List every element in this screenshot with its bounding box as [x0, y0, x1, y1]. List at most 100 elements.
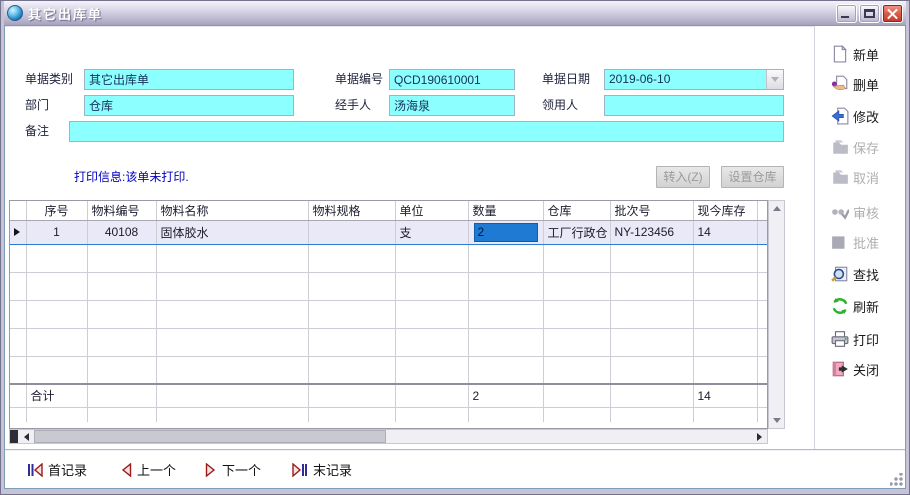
col-header-spec[interactable]: 物料规格 [308, 201, 395, 220]
main-panel: 单据类别 单据编号 单据日期 2019-06-10 部门 经手人 领用人 备注 … [5, 26, 815, 449]
close-form-button[interactable]: 关闭 [831, 359, 879, 379]
refresh-icon [831, 297, 849, 315]
arrow-up-icon [773, 206, 781, 211]
arrow-right-icon [757, 433, 762, 441]
modify-document-icon [831, 107, 849, 125]
refresh-button[interactable]: 刷新 [831, 296, 879, 316]
cell-stock[interactable]: 14 [693, 220, 757, 244]
col-header-code[interactable]: 物料编号 [87, 201, 156, 220]
transfer-button[interactable]: 转入(Z) [656, 166, 710, 188]
col-header-batch[interactable]: 批次号 [610, 201, 693, 220]
first-record-icon [27, 463, 43, 477]
department-input[interactable] [84, 95, 294, 116]
chevron-down-icon [771, 77, 779, 82]
grid-empty-row [10, 407, 767, 422]
audit-button: 审核 [831, 202, 879, 222]
next-record-icon [205, 463, 217, 477]
cell-warehouse[interactable]: 工厂行政仓 [543, 220, 610, 244]
scroll-up-button[interactable] [769, 201, 784, 216]
grid-row-selected[interactable]: 1 40108 固体胶水 支 2 工厂行政仓 NY-123456 14 [10, 220, 767, 244]
doc-no-label: 单据编号 [335, 69, 383, 90]
grid-empty-row[interactable] [10, 300, 767, 328]
cell-name[interactable]: 固体胶水 [156, 220, 308, 244]
handler-label: 经手人 [335, 95, 371, 116]
app-globe-icon [7, 5, 23, 21]
grid-empty-row[interactable] [10, 328, 767, 356]
doc-type-label: 单据类别 [25, 69, 73, 90]
client-area: 单据类别 单据编号 单据日期 2019-06-10 部门 经手人 领用人 备注 … [4, 25, 906, 489]
col-header-unit[interactable]: 单位 [395, 201, 468, 220]
cell-seq[interactable]: 1 [26, 220, 87, 244]
scrollbar-corner [10, 430, 18, 443]
grid-empty-row[interactable] [10, 244, 767, 272]
total-qty: 2 [468, 384, 543, 407]
exit-icon [831, 360, 849, 378]
total-label: 合计 [26, 384, 87, 407]
new-document-icon [831, 45, 849, 63]
doc-date-value: 2019-06-10 [605, 69, 766, 90]
recipient-label: 领用人 [542, 95, 578, 116]
scroll-down-button[interactable] [769, 413, 784, 428]
doc-date-combo[interactable]: 2019-06-10 [604, 69, 784, 90]
print-button[interactable]: 打印 [831, 329, 879, 349]
minimize-button[interactable] [836, 4, 857, 23]
find-button[interactable]: 查找 [831, 264, 879, 284]
resize-grip[interactable] [890, 473, 903, 486]
scroll-right-button[interactable] [751, 430, 767, 443]
audit-icon [831, 203, 849, 221]
record-navigation-bar: 首记录 上一个 下一个 末记录 [5, 449, 906, 489]
cell-spec[interactable] [308, 220, 395, 244]
doc-type-input[interactable] [84, 69, 294, 90]
delete-order-button[interactable]: 删单 [831, 74, 879, 94]
col-header-qty[interactable]: 数量 [468, 201, 543, 220]
approve-button: 批准 [831, 232, 879, 252]
total-stock: 14 [693, 384, 757, 407]
row-selector-cell[interactable] [10, 220, 26, 244]
scrollbar-thumb[interactable] [34, 430, 386, 443]
maximize-button[interactable] [859, 4, 880, 23]
grid-header-row: 序号 物料编号 物料名称 物料规格 单位 数量 仓库 批次号 现今库存 [10, 201, 767, 220]
close-button[interactable] [882, 4, 903, 23]
search-icon [831, 265, 849, 283]
col-header-name[interactable]: 物料名称 [156, 201, 308, 220]
recipient-input[interactable] [604, 95, 784, 116]
previous-record-button[interactable]: 上一个 [120, 460, 176, 479]
doc-no-input[interactable] [389, 69, 515, 90]
grid-horizontal-scrollbar[interactable] [9, 429, 768, 444]
grid-vertical-scrollbar[interactable] [768, 200, 785, 429]
set-warehouse-button[interactable]: 设置仓库 [721, 166, 784, 188]
scroll-left-button[interactable] [18, 430, 34, 443]
last-record-icon [292, 463, 308, 477]
doc-date-label: 单据日期 [542, 69, 590, 90]
window-title: 其它出库单 [28, 4, 103, 23]
modify-order-button[interactable]: 修改 [831, 106, 879, 126]
col-header-seq[interactable]: 序号 [26, 201, 87, 220]
cell-unit[interactable]: 支 [395, 220, 468, 244]
remark-input[interactable] [69, 121, 784, 142]
handler-input[interactable] [389, 95, 515, 116]
col-header-stock[interactable]: 现今库存 [693, 201, 757, 220]
grid-empty-row[interactable] [10, 356, 767, 384]
new-order-button[interactable]: 新单 [831, 44, 879, 64]
last-record-button[interactable]: 末记录 [292, 460, 352, 479]
cell-code[interactable]: 40108 [87, 220, 156, 244]
col-header-warehouse[interactable]: 仓库 [543, 201, 610, 220]
print-status-text: 打印信息:该单未打印. [74, 168, 189, 185]
cancel-button: 取消 [831, 167, 879, 187]
remark-label: 备注 [25, 121, 49, 142]
cancel-icon [831, 168, 849, 186]
grid-empty-row[interactable] [10, 272, 767, 300]
department-label: 部门 [25, 95, 49, 116]
next-record-button[interactable]: 下一个 [205, 460, 261, 479]
arrow-left-icon [24, 433, 29, 441]
current-row-icon [14, 228, 20, 236]
grid-total-row: 合计 2 14 [10, 384, 767, 407]
delete-document-icon [831, 75, 849, 93]
cell-qty-selected[interactable]: 2 [468, 220, 543, 244]
save-icon [831, 138, 849, 156]
doc-date-dropdown-button[interactable] [766, 70, 783, 89]
save-button: 保存 [831, 137, 879, 157]
first-record-button[interactable]: 首记录 [27, 460, 87, 479]
minimize-icon [841, 16, 849, 18]
cell-batch[interactable]: NY-123456 [610, 220, 693, 244]
